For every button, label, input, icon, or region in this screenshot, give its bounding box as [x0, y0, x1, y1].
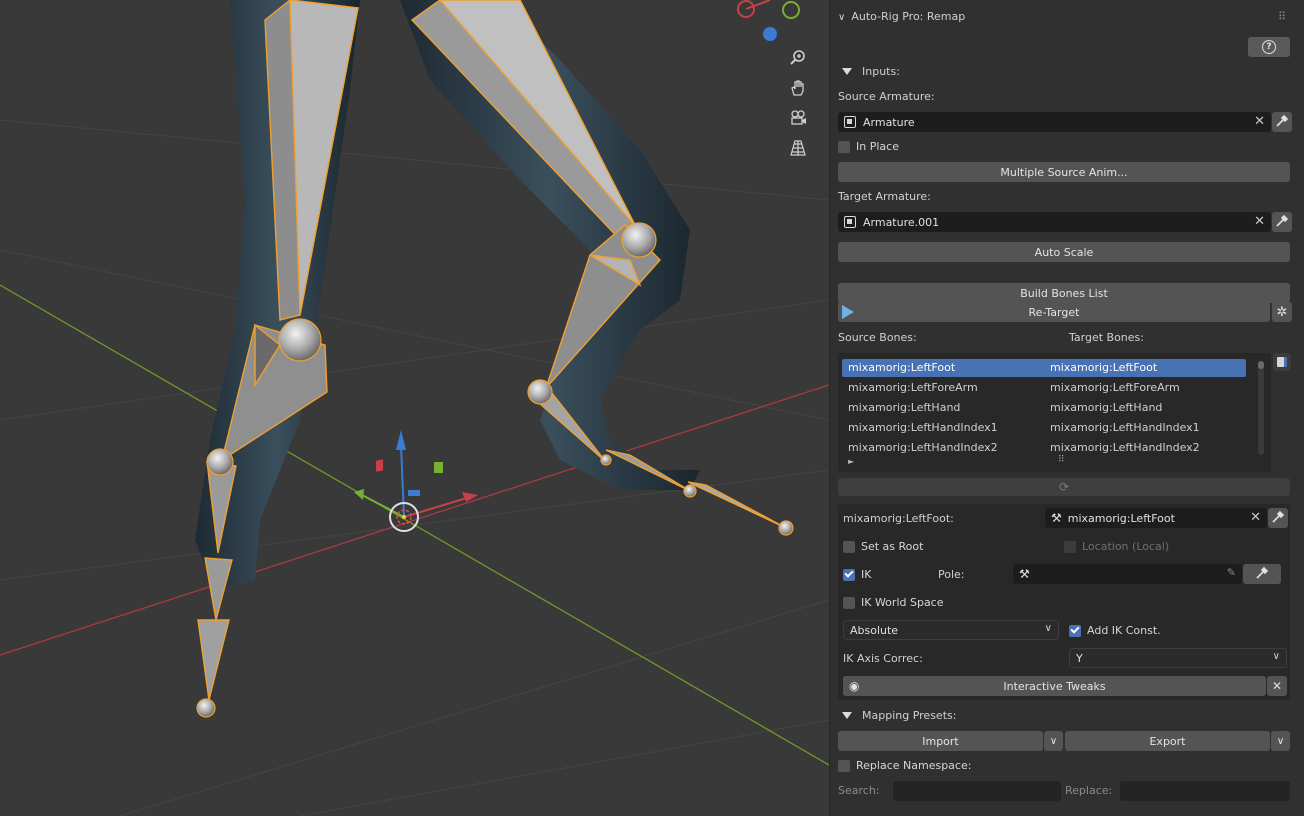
list-item[interactable]: mixamorig:LeftFoot mixamorig:LeftFoot: [842, 359, 1246, 377]
list-menu-icon: [1277, 357, 1287, 367]
multiple-source-anim-button[interactable]: Multiple Source Anim...: [838, 162, 1290, 182]
export-dropdown-button[interactable]: ∨: [1271, 731, 1290, 751]
zoom-icon[interactable]: [786, 46, 810, 70]
triangle-down-icon: [842, 712, 852, 719]
ik-axis-dropdown[interactable]: Y ∨: [1069, 648, 1287, 668]
replace-input[interactable]: [1120, 781, 1290, 801]
source-bones-label: Source Bones:: [838, 331, 917, 344]
bones-list[interactable]: mixamorig:LeftFoot mixamorig:LeftFoot mi…: [838, 353, 1271, 472]
source-armature-field[interactable]: Armature ✕: [838, 112, 1271, 132]
auto-scale-button[interactable]: Auto Scale: [838, 242, 1290, 262]
armature-object-icon: [844, 216, 856, 228]
close-icon: ✕: [1271, 679, 1283, 693]
bone-source-label: mixamorig:LeftFoot:: [843, 512, 954, 525]
location-local-checkbox[interactable]: Location (Local): [1064, 540, 1169, 553]
expand-arrow-icon[interactable]: ►: [848, 457, 854, 466]
chevron-down-icon: ∨: [1044, 623, 1052, 634]
resize-handle-icon[interactable]: ⠿: [1058, 455, 1066, 465]
chevron-down-icon: ∨: [1276, 735, 1285, 747]
question-icon: ?: [1262, 40, 1276, 54]
panel-header[interactable]: ∨ Auto-Rig Pro: Remap: [838, 10, 965, 23]
import-button[interactable]: Import: [838, 731, 1043, 751]
search-input[interactable]: [893, 781, 1061, 801]
clear-icon[interactable]: ✕: [1254, 214, 1265, 229]
interactive-tweaks-button[interactable]: ◉ Interactive Tweaks: [843, 676, 1266, 696]
remap-panel: ∨ Auto-Rig Pro: Remap ⠿ ? Inputs: Source …: [829, 0, 1304, 816]
retarget-button[interactable]: Re-Target: [838, 302, 1270, 322]
bone-eyedropper-button[interactable]: [1268, 508, 1288, 528]
target-bones-label: Target Bones:: [1069, 331, 1144, 344]
armature-object-icon: [844, 116, 856, 128]
bones-left-leg[interactable]: [197, 0, 359, 701]
eyedropper-icon: [1275, 114, 1289, 131]
scene-canvas[interactable]: [0, 0, 829, 816]
chevron-down-icon: ∨: [1049, 735, 1058, 747]
build-bones-list-button[interactable]: Build Bones List: [838, 283, 1290, 303]
target-armature-label: Target Armature:: [838, 190, 931, 203]
pole-label: Pole:: [938, 568, 965, 581]
eyedropper-icon: [1255, 566, 1269, 583]
clear-icon[interactable]: ✕: [1250, 510, 1261, 525]
camera-icon[interactable]: [786, 106, 810, 130]
ik-mode-dropdown[interactable]: Absolute ∨: [843, 620, 1059, 640]
x-axis-line: [0, 384, 829, 656]
chevron-down-icon: ∨: [1272, 651, 1280, 662]
inputs-section-toggle[interactable]: Inputs:: [842, 65, 900, 78]
list-item[interactable]: mixamorig:LeftHandIndex1 mixamorig:LeftH…: [842, 419, 1246, 437]
list-item[interactable]: mixamorig:LeftForeArm mixamorig:LeftFore…: [842, 379, 1246, 397]
chevron-down-icon: ∨: [838, 12, 846, 23]
import-dropdown-button[interactable]: ∨: [1044, 731, 1063, 751]
navigation-gizmo[interactable]: [737, 0, 800, 41]
eye-icon: ◉: [849, 679, 860, 693]
replace-namespace-checkbox[interactable]: Replace Namespace:: [838, 759, 971, 772]
3d-viewport[interactable]: [0, 0, 829, 816]
triangle-down-icon: [842, 68, 852, 75]
bone-detail-box: mixamorig:LeftFoot: ⚒ mixamorig:LeftFoot…: [838, 504, 1290, 700]
grid-perspective-icon[interactable]: [786, 136, 810, 160]
retarget-settings-button[interactable]: ✲: [1272, 302, 1292, 322]
add-ik-const-checkbox[interactable]: Add IK Const.: [1069, 624, 1161, 637]
ik-checkbox[interactable]: IK: [843, 568, 871, 581]
target-eyedropper-button[interactable]: [1272, 212, 1292, 232]
export-button[interactable]: Export: [1065, 731, 1270, 751]
search-label: Search:: [838, 784, 880, 797]
ik-world-space-checkbox[interactable]: IK World Space: [843, 596, 944, 609]
eyedropper-icon: [1275, 214, 1289, 231]
target-armature-field[interactable]: Armature.001 ✕: [838, 212, 1271, 232]
source-eyedropper-button[interactable]: [1272, 112, 1292, 132]
bone-icon: ⚒: [1019, 567, 1030, 581]
clear-icon[interactable]: ✕: [1254, 114, 1265, 129]
pole-field[interactable]: ⚒ ✎: [1013, 564, 1242, 584]
refresh-button[interactable]: ⟳: [838, 478, 1290, 496]
list-scrollbar[interactable]: [1258, 361, 1264, 455]
play-icon: [842, 305, 854, 319]
gear-icon: ✲: [1276, 304, 1288, 320]
list-item[interactable]: mixamorig:LeftHand mixamorig:LeftHand: [842, 399, 1246, 417]
target-bone-field[interactable]: ⚒ mixamorig:LeftFoot ✕: [1045, 508, 1267, 528]
ik-axis-label: IK Axis Correc:: [843, 652, 923, 665]
replace-label: Replace:: [1065, 784, 1113, 797]
drag-handle-icon[interactable]: ⠿: [1278, 10, 1287, 23]
list-options-button[interactable]: [1273, 353, 1291, 371]
source-armature-label: Source Armature:: [838, 90, 935, 103]
in-place-checkbox[interactable]: In Place: [838, 140, 899, 153]
hand-pan-icon[interactable]: [786, 76, 810, 100]
pole-eyedropper-button[interactable]: [1243, 564, 1281, 584]
transform-gizmo[interactable]: [354, 430, 478, 532]
help-button[interactable]: ?: [1248, 37, 1290, 57]
list-item[interactable]: mixamorig:LeftHandIndex2 mixamorig:LeftH…: [842, 439, 1246, 457]
bone-icon: ⚒: [1051, 511, 1062, 525]
mapping-presets-toggle[interactable]: Mapping Presets:: [842, 709, 956, 722]
refresh-icon: ⟳: [1058, 480, 1070, 494]
eyedropper-icon: [1271, 510, 1285, 527]
set-as-root-checkbox[interactable]: Set as Root: [843, 540, 923, 553]
grid-lines: [0, 119, 829, 816]
close-tweaks-button[interactable]: ✕: [1267, 676, 1287, 696]
eyedropper-icon[interactable]: ✎: [1227, 566, 1236, 579]
